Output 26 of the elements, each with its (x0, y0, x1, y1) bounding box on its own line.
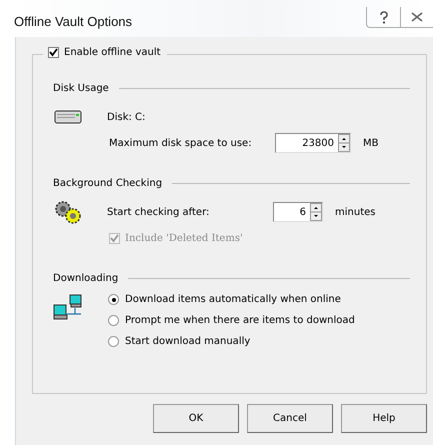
dialog-button[interactable]: Help (341, 404, 427, 433)
checkmark-icon (49, 48, 58, 57)
max-disk-space-label: Maximum disk space to use: (109, 138, 253, 148)
disk-label: Disk: C: (107, 112, 146, 122)
section-title: Disk Usage (53, 83, 109, 94)
window-title: Offline Vault Options (14, 14, 132, 28)
download-option-radio[interactable]: Prompt me when there are items to download (108, 315, 355, 326)
download-option-radio[interactable]: Start download manually (108, 336, 355, 347)
checkmark-icon (110, 234, 119, 242)
minutes-spinbox[interactable]: 6 (273, 202, 323, 222)
spin-arrows-icon (338, 134, 350, 152)
close-icon (411, 12, 423, 22)
start-checking-label: Start checking after: (107, 206, 210, 218)
download-option-radio[interactable]: Download items automatically when online (108, 294, 355, 305)
dialog-button[interactable]: OK (153, 404, 239, 433)
section-title: Downloading (53, 273, 118, 284)
unit-label: minutes (335, 206, 376, 218)
disk-drive-icon (53, 110, 83, 124)
enable-offline-vault-checkbox[interactable]: Enable offline vault (43, 47, 167, 58)
spin-arrows-icon (310, 203, 322, 221)
help-icon (378, 10, 388, 24)
section-title: Background Checking (53, 178, 162, 189)
unit-label: MB (363, 138, 378, 148)
gears-icon (53, 199, 83, 225)
disk-space-spinbox[interactable]: 23800 (275, 133, 351, 153)
dialog-button[interactable]: Cancel (247, 404, 333, 433)
